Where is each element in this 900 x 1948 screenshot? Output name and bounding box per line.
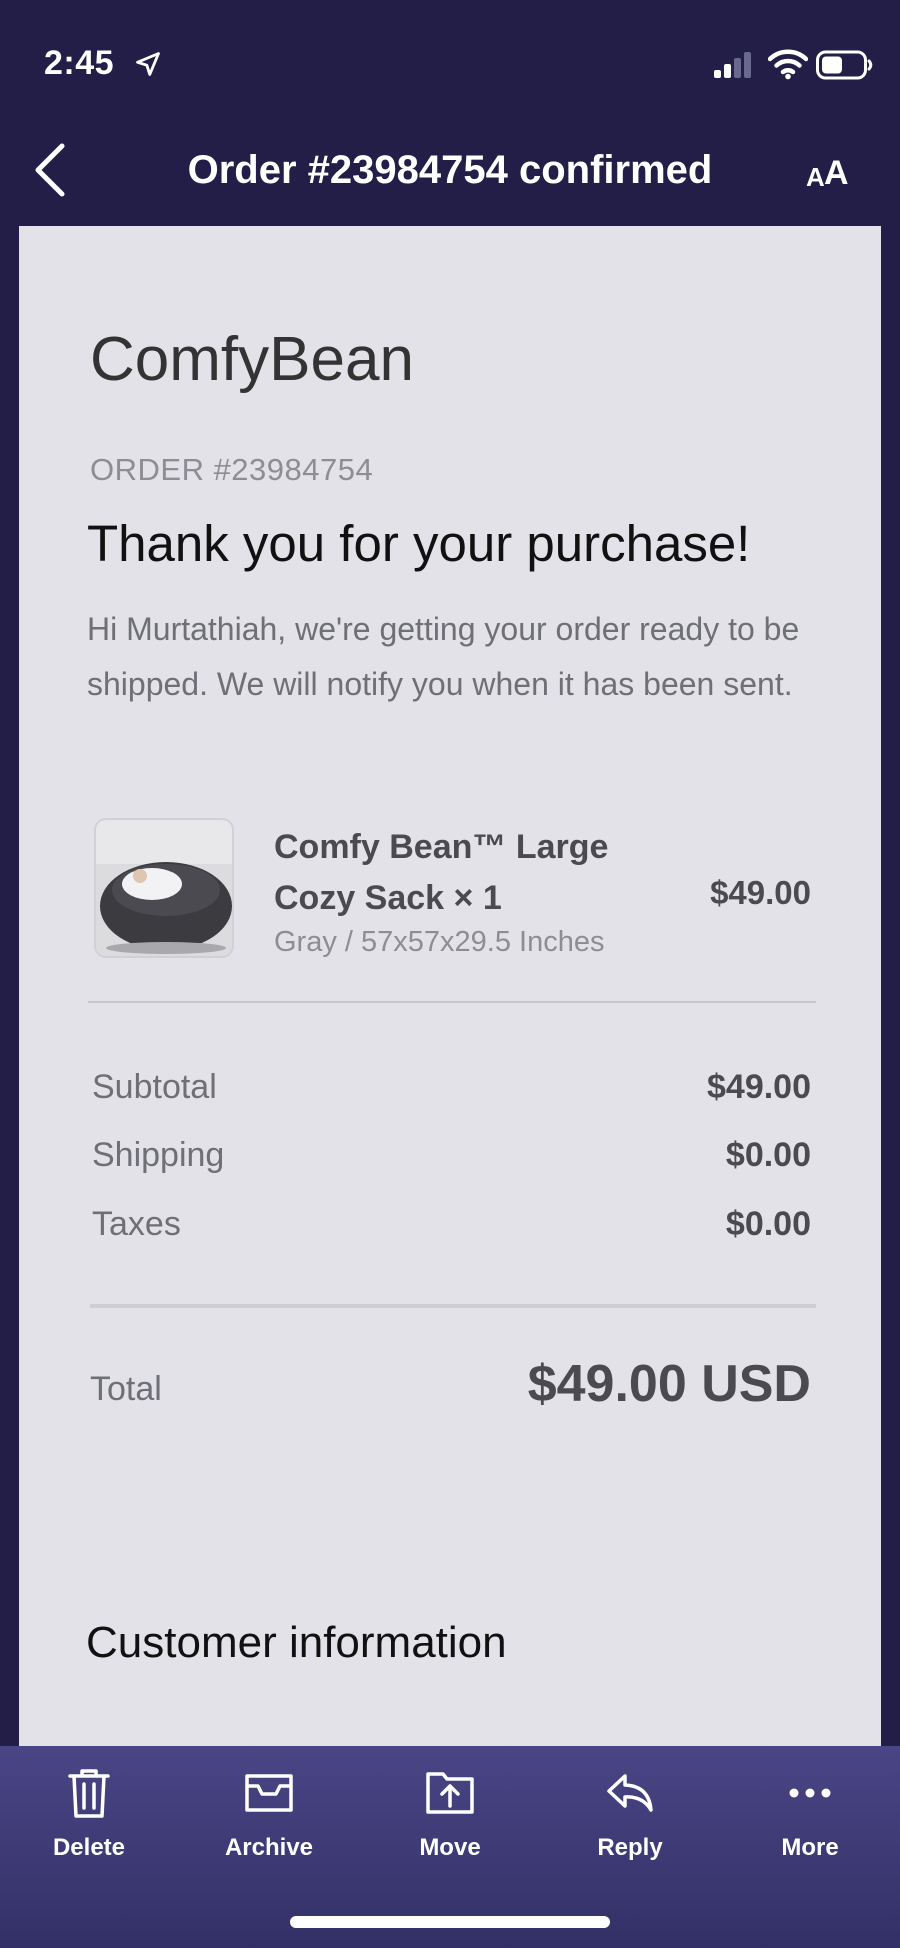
more-label: More [781,1834,839,1861]
intro-message: Hi Murtathiah, we're getting your order … [87,611,800,702]
subtotal-value: $49.00 [707,1068,811,1106]
customer-info-heading: Customer information [86,1618,507,1667]
archive-icon [245,1774,293,1812]
archive-label: Archive [224,1834,314,1861]
delete-label: Delete [52,1834,126,1861]
more-button[interactable]: More [750,1766,870,1862]
shipping-label: Shipping [92,1136,225,1174]
archive-button[interactable]: Archive [209,1766,329,1862]
location-arrow-icon [136,52,160,76]
divider [88,1001,816,1003]
shipping-value: $0.00 [725,1136,811,1174]
thank-you-heading: Thank you for your purchase! [87,515,751,572]
taxes-value: $0.00 [725,1205,811,1243]
move-label: Move [419,1834,481,1861]
trash-icon [68,1769,110,1818]
reply-button[interactable]: Reply [570,1766,690,1862]
order-number-label: ORDER #23984754 [90,452,374,487]
folder-move-icon [426,1772,474,1814]
delete-button[interactable]: Delete [29,1766,149,1862]
subtotal-row: Subtotal $49.00 [90,1068,811,1112]
text-size-small-label: A [806,162,825,192]
email-subject-title: Order #23984754 confirmed [187,148,713,192]
product-image [94,818,234,958]
taxes-row: Taxes $0.00 [90,1205,811,1249]
more-dots-icon [789,1788,831,1798]
product-price: $49.00 [710,874,811,911]
home-indicator[interactable] [290,1916,610,1928]
shipping-row: Shipping $0.00 [90,1136,811,1180]
status-time: 2:45 [44,44,115,82]
taxes-label: Taxes [92,1205,181,1243]
reply-icon [607,1774,653,1812]
back-button[interactable] [28,140,72,200]
text-size-big-label: A [824,154,849,192]
subtotal-label: Subtotal [92,1068,217,1106]
email-body: ComfyBean ORDER #23984754 Thank you for … [19,226,881,1746]
text-size-button[interactable]: A A [800,150,860,194]
divider [90,1304,816,1308]
reply-label: Reply [597,1834,663,1861]
move-button[interactable]: Move [390,1766,510,1862]
signal-icon [714,52,751,78]
battery-icon [816,50,873,80]
product-variant: Gray / 57x57x29.5 Inches [274,926,605,958]
brand-logo-text: ComfyBean [90,325,414,394]
total-value: $49.00 USD [527,1355,811,1413]
status-bar: 2:45 [0,0,900,130]
product-name: Comfy Bean™ Large Cozy Sack × 1 [274,828,609,917]
wifi-icon [768,49,808,80]
total-label: Total [90,1370,162,1408]
